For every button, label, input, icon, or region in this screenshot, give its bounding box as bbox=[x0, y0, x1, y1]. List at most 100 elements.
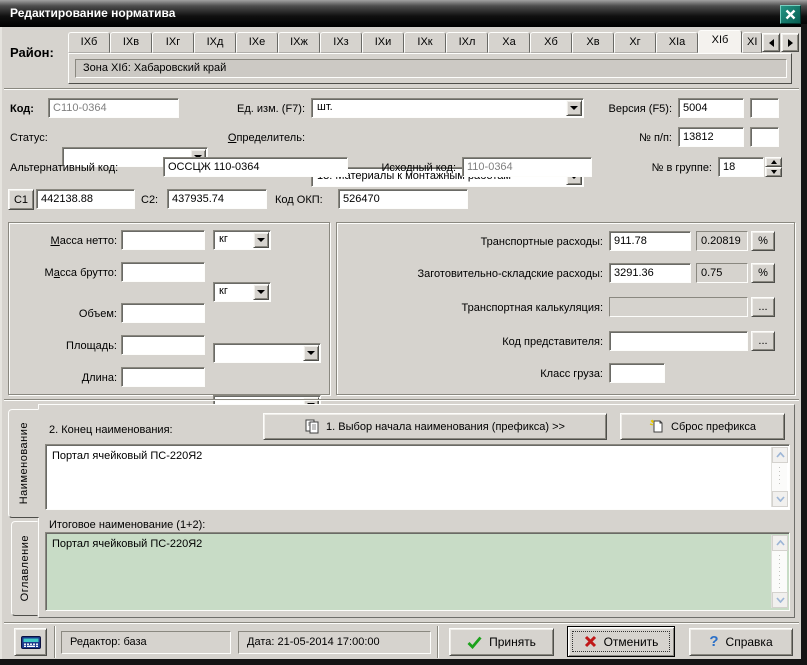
scroll-down-button[interactable] bbox=[772, 592, 788, 608]
tab-contents[interactable]: Оглавление bbox=[11, 521, 38, 616]
gross-mass-field[interactable] bbox=[121, 262, 205, 282]
tab-naming[interactable]: Наименование bbox=[8, 409, 39, 518]
cargo-class-field[interactable] bbox=[609, 363, 665, 383]
source-code-field[interactable] bbox=[462, 157, 592, 177]
name-suffix-textarea[interactable]: Портал ячейковый ПС-220Я2 bbox=[45, 444, 790, 510]
version-field[interactable] bbox=[678, 98, 744, 118]
group-no-spinner bbox=[765, 157, 782, 177]
length-label: Длина: bbox=[13, 371, 117, 385]
region-tab[interactable]: Xб bbox=[530, 32, 572, 53]
region-tab[interactable]: IXв bbox=[110, 32, 152, 53]
question-mark-icon: ? bbox=[709, 636, 718, 648]
version-extra-field[interactable] bbox=[750, 98, 779, 118]
region-tab[interactable]: XI bbox=[742, 32, 762, 53]
c2-label: С2: bbox=[141, 193, 158, 207]
okp-field[interactable] bbox=[338, 189, 468, 209]
region-tab[interactable]: IXж bbox=[278, 32, 320, 53]
scroll-up-button[interactable] bbox=[772, 535, 788, 551]
net-mass-field[interactable] bbox=[121, 230, 205, 250]
close-button[interactable] bbox=[780, 5, 801, 24]
region-tab-active[interactable]: XIб bbox=[698, 30, 742, 53]
transport-percent-display: 0.20819 bbox=[696, 231, 748, 251]
region-tab[interactable]: Xа bbox=[488, 32, 530, 53]
dropdown-button[interactable] bbox=[303, 345, 319, 361]
tab-scroll-right-button[interactable] bbox=[781, 33, 799, 52]
unit-label: Ед. изм. (F7): bbox=[205, 102, 305, 116]
chevron-down-icon bbox=[257, 238, 265, 242]
measures-group: Масса нетто: кг Масса брутто: кг Объем: … bbox=[8, 222, 330, 395]
prefix-reset-button[interactable]: Сброс префикса bbox=[620, 413, 785, 440]
serial-extra-field[interactable] bbox=[750, 127, 779, 147]
c1-field[interactable] bbox=[36, 189, 135, 209]
keyboard-button[interactable] bbox=[14, 628, 47, 656]
group-no-label: № в группе: bbox=[618, 161, 712, 175]
region-tab[interactable]: Xг bbox=[614, 32, 656, 53]
group-no-field[interactable] bbox=[718, 157, 764, 177]
transport-percent-button[interactable]: % bbox=[751, 231, 775, 251]
unit-combobox[interactable]: шт. bbox=[311, 98, 584, 118]
copy-pages-icon bbox=[305, 419, 319, 434]
new-page-icon bbox=[649, 419, 664, 434]
region-tab[interactable]: IXи bbox=[362, 32, 404, 53]
checkmark-icon bbox=[467, 636, 482, 649]
dropdown-button[interactable] bbox=[253, 284, 269, 300]
cargo-class-label: Класс груза: bbox=[341, 367, 603, 381]
transport-costs-field[interactable] bbox=[609, 231, 691, 251]
vertical-scrollbar[interactable] bbox=[771, 535, 787, 608]
procurement-costs-field[interactable] bbox=[609, 263, 691, 283]
divider bbox=[4, 88, 799, 90]
code-field[interactable] bbox=[48, 98, 179, 118]
help-button[interactable]: ? Справка bbox=[689, 628, 793, 656]
titlebar[interactable]: Редактирование норматива bbox=[0, 0, 807, 27]
region-tab[interactable]: XIа bbox=[656, 32, 698, 53]
procurement-percent-display: 0.75 bbox=[696, 263, 748, 283]
transport-calculation-browse-button[interactable]: ... bbox=[751, 297, 775, 317]
region-tab[interactable]: IXд bbox=[194, 32, 236, 53]
total-name-label: Итоговое наименование (1+2): bbox=[49, 518, 205, 532]
region-tab[interactable]: IXб bbox=[68, 32, 110, 53]
suffix-label: 2. Конец наименования: bbox=[49, 423, 173, 437]
prefix-select-button[interactable]: 1. Выбор начала наименования (префикса) … bbox=[263, 413, 607, 440]
accept-button[interactable]: Принять bbox=[449, 628, 554, 656]
serial-field[interactable] bbox=[678, 127, 744, 147]
region-tabstrip: IXб IXв IXг IXд IXе IXж IXз IXи IXк IXл … bbox=[68, 30, 762, 53]
gross-mass-unit-combobox[interactable]: кг bbox=[213, 282, 271, 302]
representative-code-field[interactable] bbox=[609, 331, 748, 351]
region-tab[interactable]: IXк bbox=[404, 32, 446, 53]
spin-up-button[interactable] bbox=[765, 157, 782, 167]
net-mass-unit-combobox[interactable]: кг bbox=[213, 230, 271, 250]
scroll-down-button[interactable] bbox=[772, 491, 788, 507]
area-label: Площадь: bbox=[13, 339, 117, 353]
region-tab[interactable]: IXл bbox=[446, 32, 488, 53]
status-label: Статус: bbox=[10, 131, 48, 145]
cancel-button[interactable]: Отменить bbox=[567, 626, 675, 657]
dropdown-button[interactable] bbox=[253, 232, 269, 248]
region-tabpage: Зона XIб: Хабаровский край bbox=[68, 53, 792, 84]
naming-panel: 2. Конец наименования: 1. Выбор начала н… bbox=[38, 404, 795, 618]
total-name-textarea[interactable]: Портал ячейковый ПС-220Я2 bbox=[45, 532, 790, 611]
dropdown-button[interactable] bbox=[566, 100, 582, 116]
representative-browse-button[interactable]: ... bbox=[751, 331, 775, 351]
spin-down-button[interactable] bbox=[765, 167, 782, 177]
scroll-up-button[interactable] bbox=[772, 447, 788, 463]
region-label: Район: bbox=[10, 46, 54, 60]
c1-button[interactable]: С1 bbox=[8, 189, 34, 210]
net-mass-label: Масса нетто: bbox=[13, 234, 117, 248]
region-tab[interactable]: Xв bbox=[572, 32, 614, 53]
c2-field[interactable] bbox=[167, 189, 267, 209]
transport-calculation-label: Транспортная калькуляция: bbox=[341, 301, 603, 315]
procurement-percent-button[interactable]: % bbox=[751, 263, 775, 283]
region-tab[interactable]: IXз bbox=[320, 32, 362, 53]
volume-field[interactable] bbox=[121, 303, 205, 323]
area-field[interactable] bbox=[121, 335, 205, 355]
accept-label: Принять bbox=[489, 635, 536, 649]
region-tab[interactable]: IXе bbox=[236, 32, 278, 53]
length-field[interactable] bbox=[121, 367, 205, 387]
close-icon bbox=[785, 9, 796, 20]
region-tab[interactable]: IXг bbox=[152, 32, 194, 53]
alt-code-field[interactable] bbox=[163, 157, 348, 177]
chevron-up-icon bbox=[776, 540, 785, 546]
tab-scroll-left-button[interactable] bbox=[762, 33, 780, 52]
volume-unit-combobox[interactable] bbox=[213, 343, 321, 363]
vertical-scrollbar[interactable] bbox=[771, 447, 787, 507]
